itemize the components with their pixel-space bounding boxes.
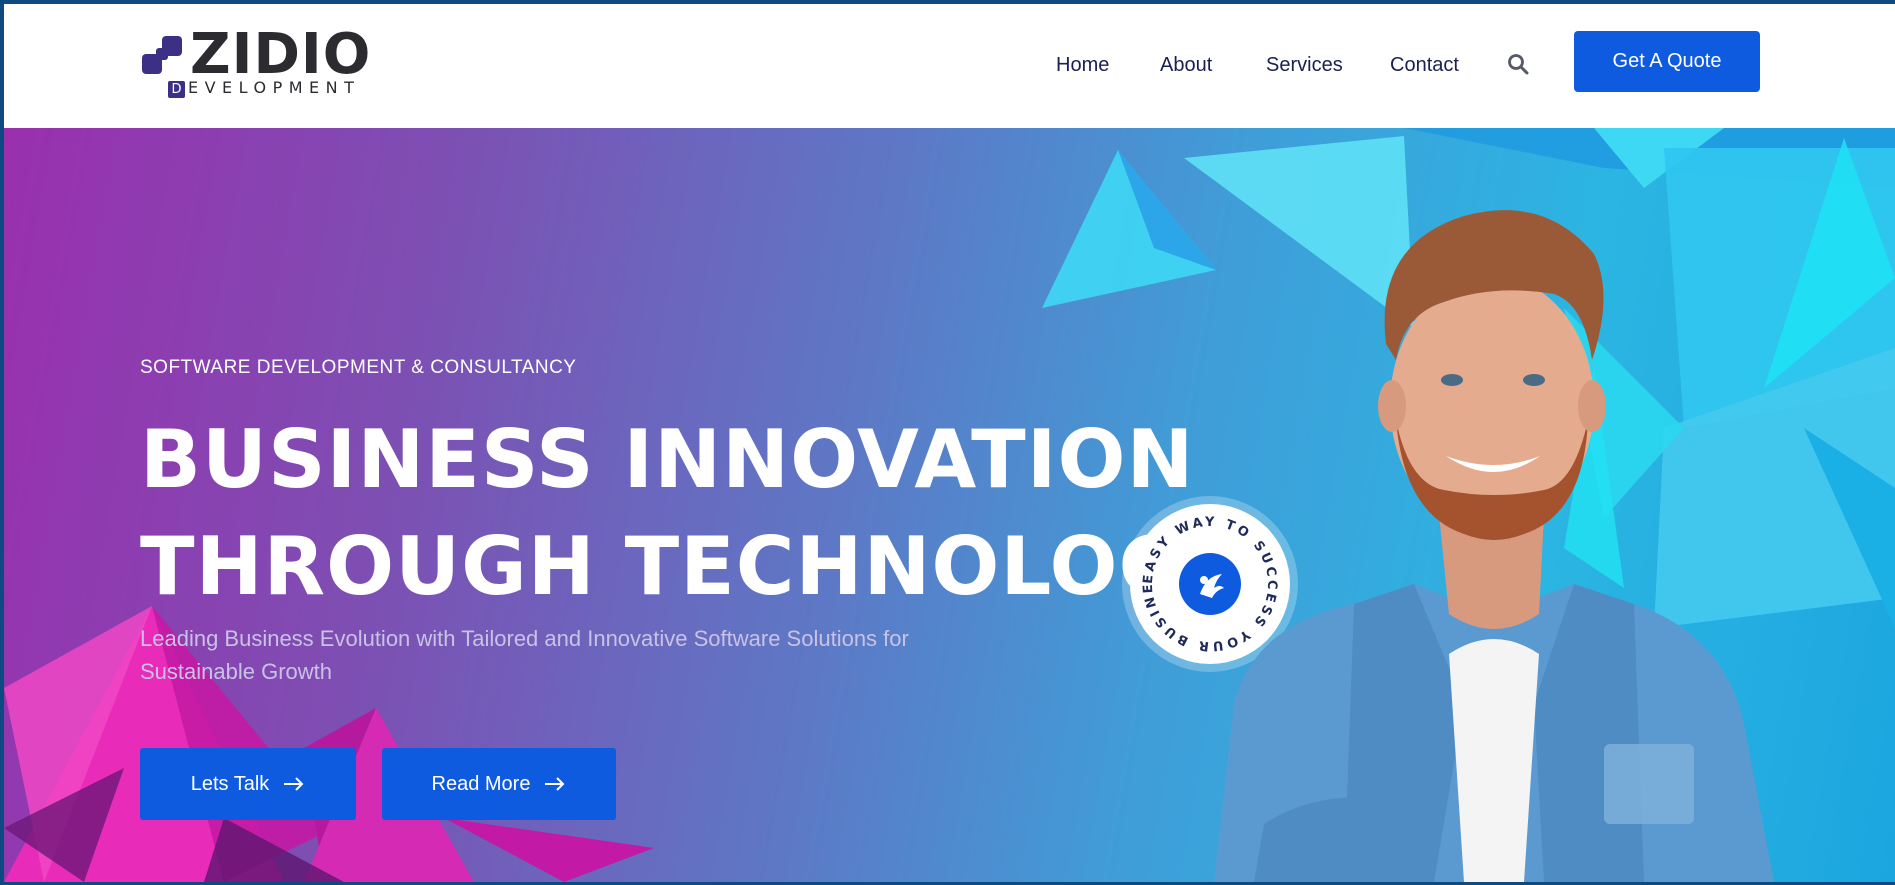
brand-tagline-initial: D (168, 81, 185, 98)
nav-item-about[interactable]: About (1160, 52, 1212, 78)
brand-logo[interactable]: ZIDIO D EVELOPMENT (140, 24, 410, 98)
logo-mark-icon (142, 36, 182, 74)
read-more-button[interactable]: Read More (382, 748, 616, 820)
brand-tagline: D EVELOPMENT (168, 79, 360, 98)
arrow-right-icon (284, 777, 304, 791)
lets-talk-label: Lets Talk (190, 772, 270, 795)
read-more-label: Read More (431, 772, 531, 795)
hero-headline-line-2: THROUGH TECHNOLOGY (140, 520, 1243, 613)
hero-headline: BUSINESS INNOVATION THROUGH TECHNOLOGY (140, 406, 1243, 620)
nav-item-services[interactable]: Services (1266, 52, 1343, 78)
hero-headline-line-1: BUSINESS INNOVATION (140, 413, 1195, 506)
brand-name: ZIDIO (190, 22, 372, 87)
page-frame: ZIDIO D EVELOPMENT Home About Services Co… (4, 4, 1895, 882)
hero-person-image (1214, 210, 1774, 882)
nav-item-home[interactable]: Home (1056, 52, 1109, 78)
search-icon[interactable] (1506, 52, 1530, 76)
arrow-right-icon (545, 777, 565, 791)
hero-subtitle: Leading Business Evolution with Tailored… (140, 626, 909, 684)
lets-talk-button[interactable]: Lets Talk (140, 748, 356, 820)
site-header: ZIDIO D EVELOPMENT Home About Services Co… (4, 4, 1895, 128)
hero-eyebrow: SOFTWARE DEVELOPMENT & CONSULTANCY (140, 357, 577, 378)
nav-item-contact[interactable]: Contact (1390, 52, 1459, 78)
hero-section: SOFTWARE DEVELOPMENT & CONSULTANCY BUSIN… (4, 128, 1895, 882)
brand-tagline-rest: EVELOPMENT (188, 78, 361, 97)
get-quote-button[interactable]: Get A Quote (1574, 31, 1760, 92)
